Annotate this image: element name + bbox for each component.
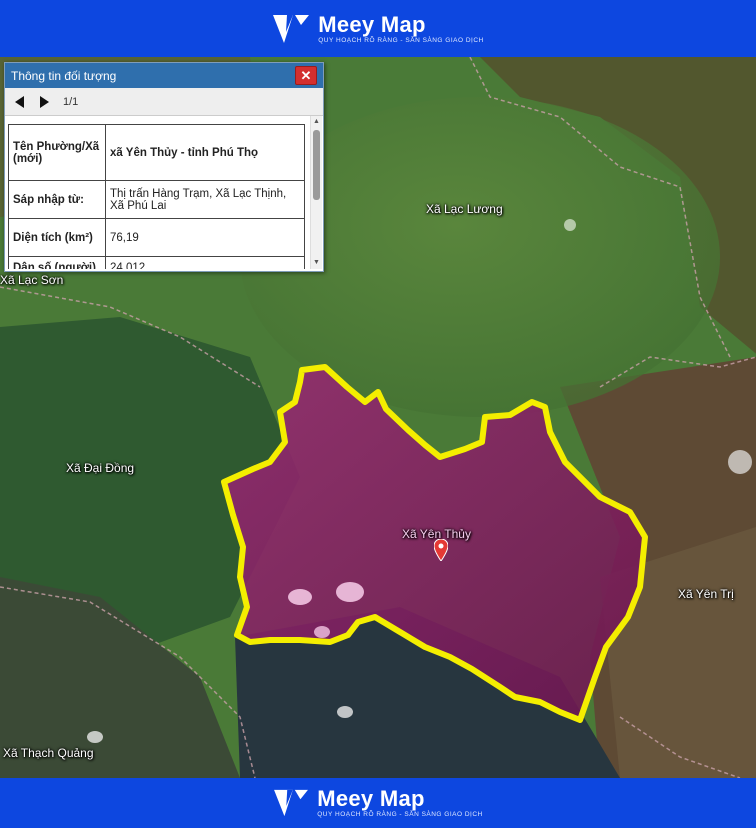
scrollbar[interactable]: ▲ ▼: [310, 116, 322, 269]
brand-tagline: QUY HOẠCH RÕ RÀNG - SẴN SÀNG GIAO DỊCH: [318, 36, 484, 44]
table-row: Diện tích (km²) 76,19: [8, 218, 305, 257]
map-label-lac-luong[interactable]: Xã Lạc Lương: [426, 202, 503, 216]
row-key: Diện tích (km²): [8, 218, 106, 257]
app-frame: Meey Map QUY HOẠCH RÕ RÀNG - SẴN SÀNG GI…: [0, 0, 756, 828]
table-row: Tên Phường/Xã (mới) xã Yên Thủy - tỉnh P…: [8, 124, 305, 181]
row-key: Sáp nhập từ:: [8, 180, 106, 219]
info-panel-header: Thông tin đối tượng ✕: [5, 63, 323, 88]
row-key: Dân số (người): [8, 256, 106, 269]
brand-name: Meey Map: [318, 11, 426, 37]
info-pager: 1/1: [5, 88, 323, 116]
scroll-up-icon[interactable]: ▲: [313, 118, 320, 126]
brand-logo[interactable]: Meey Map QUY HOẠCH RÕ RÀNG - SẴN SÀNG GI…: [272, 12, 484, 46]
next-arrow-icon: [40, 95, 49, 108]
info-panel: Thông tin đối tượng ✕ 1/1 Tên Phường/Xã …: [4, 62, 324, 272]
row-value: 76,19: [105, 218, 305, 257]
close-button[interactable]: ✕: [295, 66, 317, 85]
map-label-yen-tri[interactable]: Xã Yên Trị: [678, 587, 734, 601]
info-panel-title: Thông tin đối tượng: [11, 68, 117, 83]
row-value: xã Yên Thủy - tỉnh Phú Thọ: [105, 124, 305, 181]
close-icon: ✕: [300, 68, 312, 83]
row-value: 24.012: [105, 256, 305, 269]
info-table: Tên Phường/Xã (mới) xã Yên Thủy - tỉnh P…: [8, 124, 305, 269]
scroll-down-icon[interactable]: ▼: [313, 259, 320, 267]
meey-logo-icon: [273, 14, 310, 43]
table-row: Dân số (người) 24.012: [8, 256, 305, 269]
footer-brand-tagline: QUY HOẠCH RÕ RÀNG - SẴN SÀNG GIAO DỊCH: [317, 811, 483, 818]
bottom-banner: Meey Map QUY HOẠCH RÕ RÀNG - SẴN SÀNG GI…: [0, 778, 756, 828]
map-label-dai-dong[interactable]: Xã Đại Đồng: [66, 461, 134, 475]
map-label-lac-son[interactable]: Xã Lạc Sơn: [0, 273, 63, 287]
prev-button[interactable]: [15, 95, 25, 108]
page-indicator: 1/1: [63, 95, 79, 108]
meey-logo-icon: [274, 789, 309, 817]
map-pin-icon[interactable]: [434, 539, 448, 561]
map-label-thach-quang[interactable]: Xã Thạch Quảng: [3, 746, 94, 760]
row-value: Thị trấn Hàng Trạm, Xã Lạc Thịnh, Xã Phú…: [105, 180, 305, 219]
prev-arrow-icon: [15, 95, 24, 108]
footer-brand-logo[interactable]: Meey Map QUY HOẠCH RÕ RÀNG - SẴN SÀNG GI…: [273, 787, 483, 819]
row-key: Tên Phường/Xã (mới): [8, 124, 106, 181]
scroll-thumb[interactable]: [313, 130, 320, 200]
info-table-scroll[interactable]: Tên Phường/Xã (mới) xã Yên Thủy - tỉnh P…: [5, 116, 323, 269]
top-banner: Meey Map QUY HOẠCH RÕ RÀNG - SẴN SÀNG GI…: [0, 0, 756, 57]
table-row: Sáp nhập từ: Thị trấn Hàng Trạm, Xã Lạc …: [8, 180, 305, 219]
next-button[interactable]: [39, 95, 49, 108]
footer-brand-name: Meey Map: [317, 786, 425, 811]
